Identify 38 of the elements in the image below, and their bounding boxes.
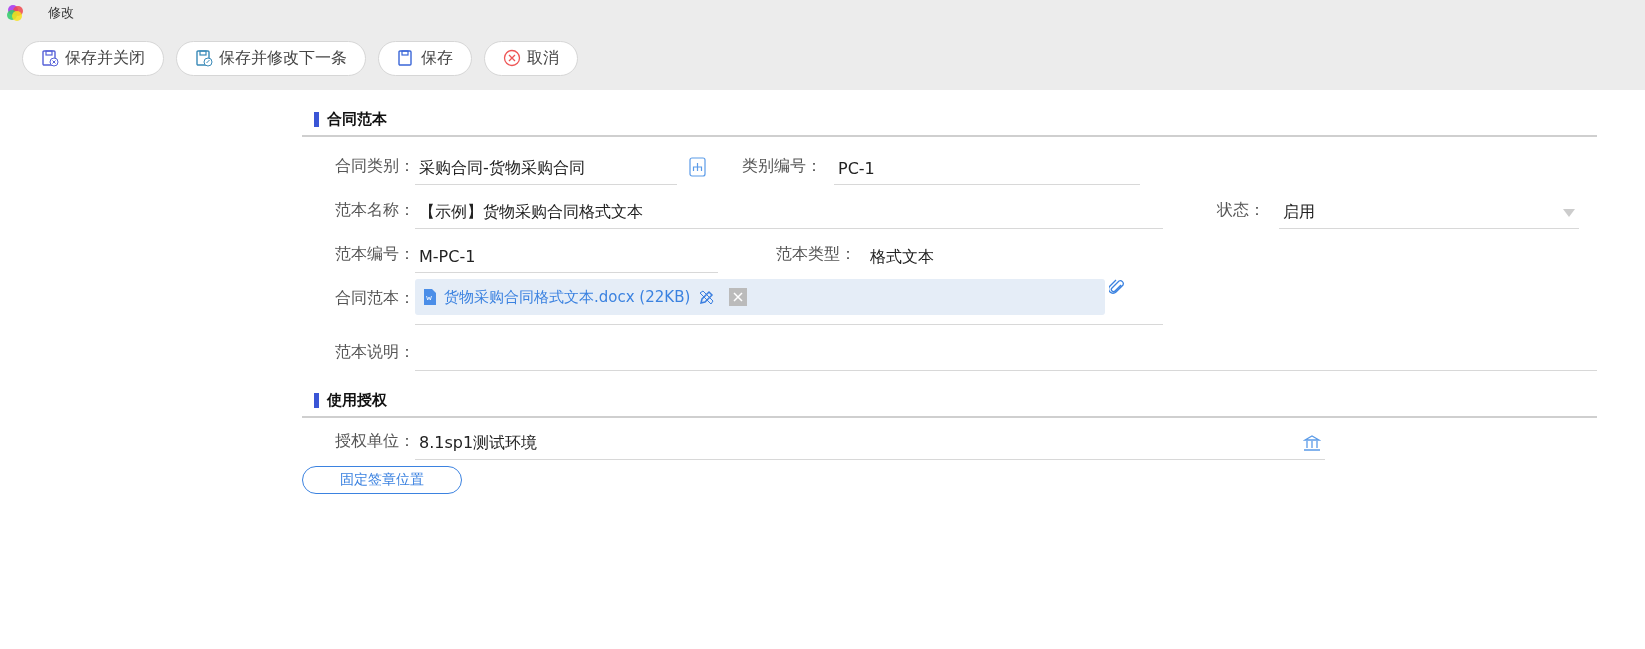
section-marker xyxy=(314,393,319,408)
field-label: 类别编号： xyxy=(741,156,822,177)
field-label: 合同范本： xyxy=(334,287,415,309)
input-field[interactable]: M-PC-1 xyxy=(415,241,718,273)
dropdown-caret-icon xyxy=(1563,209,1575,217)
field-value: 格式文本 xyxy=(869,245,935,268)
edit-pencil-icon[interactable] xyxy=(698,288,716,306)
save-close-icon xyxy=(41,49,59,67)
save-button[interactable]: 保存 xyxy=(378,40,472,76)
section-title: 合同范本 xyxy=(327,110,387,129)
field-label: 范本类型： xyxy=(775,244,856,265)
input-field[interactable]: 【示例】货物采购合同格式文本 xyxy=(415,197,1163,229)
field-label: 范本名称： xyxy=(334,200,415,221)
field-label: 授权单位： xyxy=(334,431,415,452)
cancel-icon xyxy=(503,49,521,67)
delete-icon[interactable] xyxy=(729,288,748,306)
section-marker xyxy=(314,112,319,127)
word-document-icon xyxy=(423,289,436,305)
fixed-seal-position-button[interactable]: 固定签章位置 xyxy=(302,466,462,494)
app-logo-icon xyxy=(6,4,24,22)
field-label: 状态： xyxy=(1216,200,1265,221)
section-title: 使用授权 xyxy=(327,391,387,410)
field-label: 范本说明： xyxy=(334,342,415,363)
paperclip-icon[interactable] xyxy=(1109,279,1125,297)
input-field[interactable]: PC-1 xyxy=(834,153,1140,185)
save-close-button[interactable]: 保存并关闭 xyxy=(22,40,164,76)
window-title: 修改 xyxy=(48,4,74,22)
tree-picker-icon[interactable] xyxy=(689,157,707,177)
input-field[interactable]: 采购合同-货物采购合同 xyxy=(415,153,677,185)
save-next-button[interactable]: 保存并修改下一条 xyxy=(176,40,366,76)
cancel-button[interactable]: 取消 xyxy=(484,40,578,76)
field-label: 范本编号： xyxy=(334,244,415,265)
status-select[interactable]: 启用 xyxy=(1279,197,1579,229)
input-field[interactable]: 8.1sp1测试环境 xyxy=(415,428,1325,460)
save-edit-icon xyxy=(195,49,213,67)
field-label: 合同类别： xyxy=(334,156,415,177)
institution-icon[interactable] xyxy=(1303,434,1321,452)
save-icon xyxy=(397,49,415,67)
